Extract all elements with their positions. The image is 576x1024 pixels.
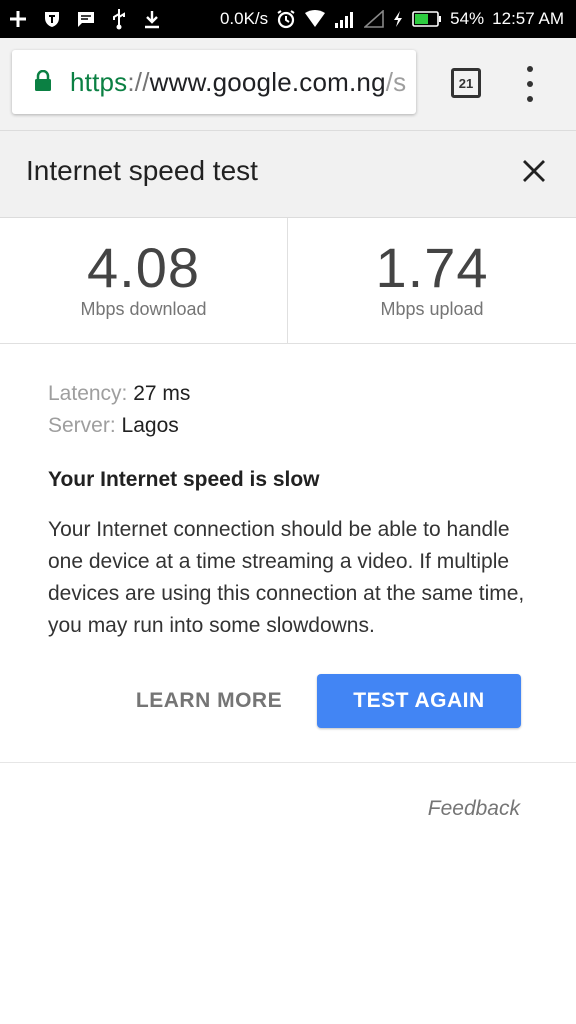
url-path: /s <box>385 67 407 97</box>
close-button[interactable] <box>514 153 554 193</box>
close-icon <box>521 158 547 189</box>
status-bar: 0.0K/s 54% 12:57 AM <box>0 0 576 38</box>
message-icon <box>76 9 96 29</box>
lock-icon <box>34 69 52 97</box>
url-scheme: https <box>70 67 128 97</box>
speed-description: Your Internet connection should be able … <box>48 518 525 637</box>
menu-dot <box>527 81 533 87</box>
usb-icon <box>110 8 128 30</box>
tab-switcher-button[interactable]: 21 <box>451 68 481 98</box>
url-text[interactable]: https://www.google.com.ng/s <box>70 67 406 98</box>
url-host: www.google.com.ng <box>149 67 386 97</box>
download-result: 4.08 Mbps download <box>0 218 288 344</box>
wifi-icon <box>304 10 326 28</box>
speed-verdict: Your Internet speed is slow <box>48 468 320 491</box>
status-time: 12:57 AM <box>492 9 564 28</box>
signal-icon <box>334 10 356 28</box>
server-value: Lagos <box>121 414 179 437</box>
latency-value: 27 ms <box>133 382 191 405</box>
learn-more-button[interactable]: LEARN MORE <box>124 674 294 728</box>
speed-results: 4.08 Mbps download 1.74 Mbps upload <box>0 218 576 344</box>
address-bar[interactable]: https://www.google.com.ng/s <box>12 50 416 114</box>
status-bar-right: 0.0K/s 54% 12:57 AM <box>220 0 564 38</box>
tab-count: 21 <box>458 75 474 91</box>
download-value: 4.08 <box>87 236 200 299</box>
upload-value: 1.74 <box>375 236 489 299</box>
overflow-menu-icon[interactable] <box>518 66 542 102</box>
alarm-icon <box>276 9 296 29</box>
menu-dot <box>527 96 533 102</box>
signal-empty-icon <box>364 10 384 28</box>
card-header: Internet speed test <box>0 130 576 218</box>
test-again-button[interactable]: TEST AGAIN <box>317 674 521 728</box>
browser-toolbar: https://www.google.com.ng/s 21 <box>0 38 576 130</box>
latency-row: Latency: 27 ms <box>48 378 538 410</box>
upload-label: Mbps upload <box>380 299 484 319</box>
card-title: Internet speed test <box>26 155 258 186</box>
status-bar-left <box>8 0 162 38</box>
download-label: Mbps download <box>80 299 207 319</box>
latency-label: Latency: <box>48 382 128 405</box>
feedback-link[interactable]: Feedback <box>428 797 520 821</box>
details-section: Latency: 27 ms Server: Lagos Your Intern… <box>48 378 538 642</box>
battery-icon <box>412 11 442 27</box>
menu-dot <box>527 66 533 72</box>
download-icon <box>142 9 162 29</box>
add-icon <box>8 9 28 29</box>
divider <box>0 762 576 763</box>
shield-icon <box>42 9 62 29</box>
charging-icon <box>392 10 404 28</box>
url-separator: :// <box>127 67 150 97</box>
server-label: Server: <box>48 414 116 437</box>
server-row: Server: Lagos <box>48 410 538 442</box>
upload-result: 1.74 Mbps upload <box>288 218 576 344</box>
battery-percent: 54% <box>450 9 485 28</box>
network-speed: 0.0K/s <box>219 9 269 28</box>
